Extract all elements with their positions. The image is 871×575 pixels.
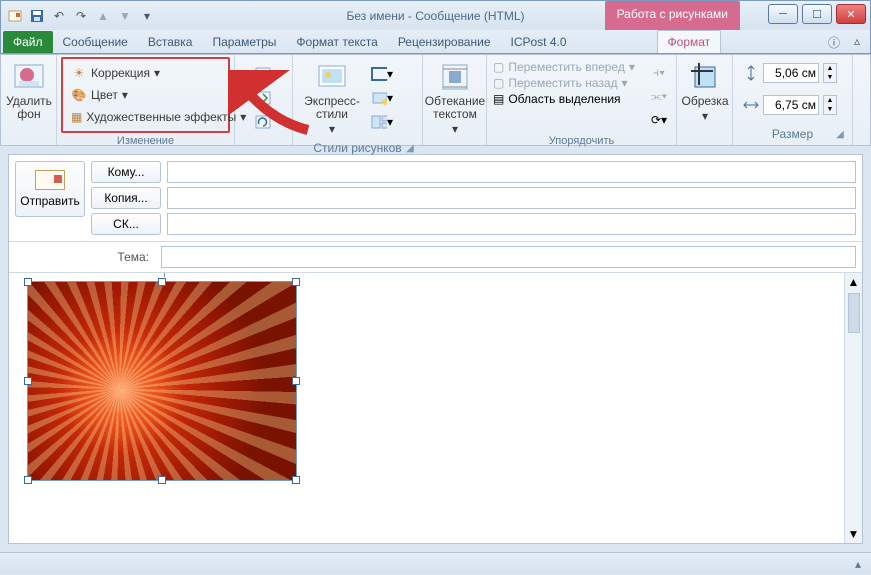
resize-handle-l[interactable] (24, 377, 32, 385)
close-button[interactable]: ✕ (836, 4, 866, 24)
crop-button[interactable]: Обрезка ▾ (681, 59, 729, 125)
scroll-thumb[interactable] (848, 293, 860, 333)
help-icon[interactable]: ⓘ (828, 34, 840, 51)
cc-button[interactable]: Копия... (91, 187, 161, 209)
quick-styles-button[interactable]: Экспресс-стили ▾ (297, 59, 367, 139)
picture-layout-button[interactable]: ▾ (371, 111, 393, 133)
inserted-image[interactable] (27, 281, 297, 481)
resize-handle-tl[interactable] (24, 278, 32, 286)
quick-styles-label: Экспресс-стили (299, 95, 365, 121)
picture-tools-tab: Работа с рисунками (605, 1, 740, 31)
styles-group-label: Стили рисунков◢ (297, 139, 418, 157)
sun-icon: ☀ (71, 65, 87, 81)
selection-pane-button[interactable]: ▤Область выделения (491, 91, 646, 107)
resize-handle-bl[interactable] (24, 476, 32, 484)
height-input[interactable] (763, 63, 819, 83)
remove-bg-icon (13, 61, 45, 93)
to-button[interactable]: Кому... (91, 161, 161, 183)
scroll-down-icon[interactable]: ▼ (845, 525, 862, 543)
selection-pane-icon: ▤ (493, 92, 504, 106)
tab-icpost[interactable]: ICPost 4.0 (501, 31, 577, 53)
bcc-input[interactable] (167, 213, 856, 235)
reset-picture-button[interactable] (253, 111, 275, 133)
cc-input[interactable] (167, 187, 856, 209)
resize-handle-t[interactable] (158, 278, 166, 286)
minimize-ribbon-icon[interactable]: ▵ (854, 34, 860, 48)
color-button[interactable]: 🎨Цвет ▾ (67, 85, 224, 105)
subject-label: Тема: (15, 250, 155, 264)
wrap-text-icon (439, 61, 471, 93)
width-spinner[interactable]: ▲▼ (823, 95, 837, 115)
send-label: Отправить (20, 194, 80, 208)
height-icon (743, 65, 759, 81)
artistic-icon: ▦ (71, 109, 82, 125)
redo-icon[interactable]: ↷ (71, 6, 91, 26)
tab-message[interactable]: Сообщение (53, 31, 138, 53)
send-backward-button: ▢Переместить назад ▾ (491, 75, 646, 91)
status-caret-icon[interactable]: ▴ (855, 557, 861, 571)
crop-label: Обрезка (682, 95, 729, 108)
quick-styles-icon (316, 61, 348, 93)
picture-border-button[interactable]: ▾ (371, 63, 393, 85)
resize-handle-r[interactable] (292, 377, 300, 385)
tab-options[interactable]: Параметры (202, 31, 286, 53)
wrap-text-button[interactable]: Обтекание текстом ▾ (427, 59, 483, 139)
picture-effects-button[interactable]: ▾ (371, 87, 393, 109)
size-launcher-icon[interactable]: ◢ (834, 129, 846, 141)
bcc-button[interactable]: СК... (91, 213, 161, 235)
change-picture-button[interactable] (253, 87, 275, 109)
remove-background-button[interactable]: Удалить фон (5, 59, 53, 123)
corrections-label: Коррекция (91, 66, 150, 80)
width-input[interactable] (763, 95, 819, 115)
color-label: Цвет (91, 88, 118, 102)
resize-handle-tr[interactable] (292, 278, 300, 286)
adjust-group-label: Изменение (61, 133, 230, 149)
maximize-button[interactable]: ☐ (802, 4, 832, 24)
status-bar: ▴ (0, 552, 871, 574)
ruler-mark (164, 273, 165, 277)
vertical-scrollbar[interactable]: ▲ ▼ (844, 273, 862, 543)
to-input[interactable] (167, 161, 856, 183)
save-icon[interactable] (27, 6, 47, 26)
prev-icon: ▲ (93, 6, 113, 26)
subject-input[interactable] (161, 246, 856, 268)
compress-pictures-button[interactable] (253, 63, 275, 85)
arrange-group-label: Упорядочить (491, 133, 672, 149)
qat-customize-icon[interactable]: ▾ (137, 6, 157, 26)
styles-launcher-icon[interactable]: ◢ (404, 143, 416, 155)
tab-file[interactable]: Файл (3, 31, 53, 53)
send-button[interactable]: Отправить (15, 161, 85, 217)
align-button: ⫞▾ (648, 61, 670, 83)
tab-format-text[interactable]: Формат текста (286, 31, 387, 53)
resize-handle-br[interactable] (292, 476, 300, 484)
undo-icon[interactable]: ↶ (49, 6, 69, 26)
tab-review[interactable]: Рецензирование (388, 31, 501, 53)
width-icon (743, 97, 759, 113)
artistic-effects-button[interactable]: ▦Художественные эффекты ▾ (67, 107, 224, 127)
artistic-label: Художественные эффекты (86, 110, 236, 124)
bring-forward-icon: ▢ (493, 60, 504, 74)
scroll-up-icon[interactable]: ▲ (845, 273, 862, 291)
tab-insert[interactable]: Вставка (138, 31, 203, 53)
group-button: ⫘▾ (648, 85, 670, 107)
window-title: Без имени - Сообщение (HTML) (346, 9, 524, 23)
remove-bg-label: Удалить фон (6, 95, 52, 121)
minimize-button[interactable]: ─ (768, 4, 798, 24)
resize-handle-b[interactable] (158, 476, 166, 484)
tab-format[interactable]: Формат (657, 30, 722, 53)
next-icon: ▼ (115, 6, 135, 26)
envelope-icon (35, 170, 65, 190)
send-backward-icon: ▢ (493, 76, 504, 90)
rotate-button[interactable]: ⟳▾ (648, 109, 670, 131)
wrap-text-label: Обтекание текстом (425, 95, 485, 121)
height-spinner[interactable]: ▲▼ (823, 63, 837, 83)
crop-icon (689, 61, 721, 93)
palette-icon: 🎨 (71, 87, 87, 103)
message-body[interactable]: ▲ ▼ (9, 273, 862, 543)
bring-forward-button: ▢Переместить вперед ▾ (491, 59, 646, 75)
app-icon[interactable] (5, 6, 25, 26)
size-group-label: Размер◢ (737, 125, 848, 143)
corrections-button[interactable]: ☀Коррекция ▾ (67, 63, 224, 83)
